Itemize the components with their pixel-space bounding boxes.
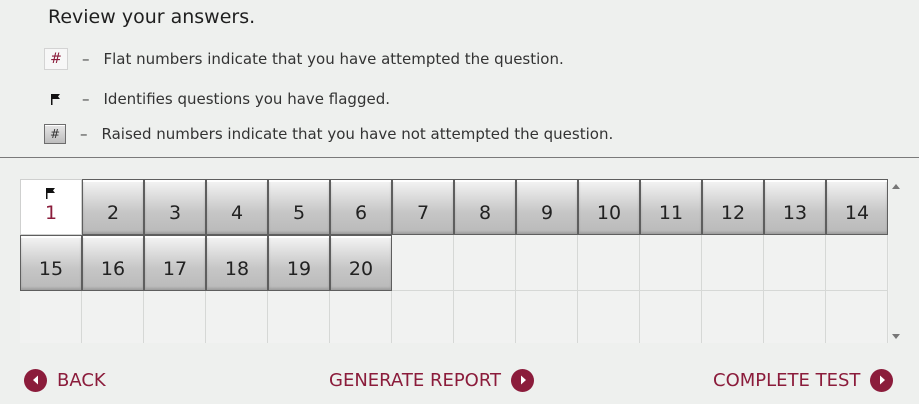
page-title: Review your answers. xyxy=(48,6,256,28)
question-number: 4 xyxy=(230,202,244,224)
chevron-right-circle-icon xyxy=(870,368,894,392)
question-number: 3 xyxy=(168,202,182,224)
question-20-button[interactable]: 20 xyxy=(330,235,392,291)
empty-cell xyxy=(392,235,454,291)
question-11-button[interactable]: 11 xyxy=(640,179,702,235)
generate-report-label: GENERATE REPORT xyxy=(329,369,502,391)
question-number: 5 xyxy=(292,202,306,224)
legend-dash: – xyxy=(82,50,90,68)
question-14-button[interactable]: 14 xyxy=(826,179,888,235)
question-number: 16 xyxy=(100,258,126,280)
flat-number-sample: # xyxy=(44,48,68,70)
legend-attempted: # – Flat numbers indicate that you have … xyxy=(44,47,564,71)
question-number: 20 xyxy=(348,258,374,280)
question-2-button[interactable]: 2 xyxy=(82,179,144,235)
question-1-button[interactable]: 1 xyxy=(20,179,82,235)
question-number: 11 xyxy=(658,202,684,224)
empty-cell xyxy=(82,291,144,343)
legend-flagged: – Identifies questions you have flagged. xyxy=(44,87,390,111)
question-number: 2 xyxy=(106,202,120,224)
scroll-up-icon[interactable] xyxy=(892,184,900,189)
flag-icon xyxy=(44,88,68,110)
legend-attempted-text: Flat numbers indicate that you have atte… xyxy=(103,50,564,68)
empty-cell xyxy=(826,235,888,291)
question-9-button[interactable]: 9 xyxy=(516,179,578,235)
question-8-button[interactable]: 8 xyxy=(454,179,516,235)
empty-cell xyxy=(764,235,826,291)
empty-cell xyxy=(144,291,206,343)
raised-number-sample: # xyxy=(44,124,66,144)
empty-cell xyxy=(392,291,454,343)
complete-test-button[interactable]: COMPLETE TEST xyxy=(713,366,894,394)
question-number: 14 xyxy=(844,202,870,224)
question-number: 17 xyxy=(162,258,188,280)
flag-icon xyxy=(45,184,57,203)
empty-cell xyxy=(578,235,640,291)
question-7-button[interactable]: 7 xyxy=(392,179,454,235)
question-10-button[interactable]: 10 xyxy=(578,179,640,235)
question-6-button[interactable]: 6 xyxy=(330,179,392,235)
empty-cell xyxy=(640,291,702,343)
legend-flagged-text: Identifies questions you have flagged. xyxy=(103,90,390,108)
question-19-button[interactable]: 19 xyxy=(268,235,330,291)
empty-cell xyxy=(702,291,764,343)
question-number: 15 xyxy=(38,258,64,280)
question-13-button[interactable]: 13 xyxy=(764,179,826,235)
chevron-right-circle-icon xyxy=(511,368,535,392)
question-16-button[interactable]: 16 xyxy=(82,235,144,291)
question-12-button[interactable]: 12 xyxy=(702,179,764,235)
empty-cell xyxy=(578,291,640,343)
empty-cell xyxy=(826,291,888,343)
empty-cell xyxy=(454,235,516,291)
empty-cell xyxy=(702,235,764,291)
empty-cell xyxy=(206,291,268,343)
question-18-button[interactable]: 18 xyxy=(206,235,268,291)
back-label: BACK xyxy=(57,369,106,391)
question-number: 1 xyxy=(44,202,58,224)
empty-cell xyxy=(454,291,516,343)
question-4-button[interactable]: 4 xyxy=(206,179,268,235)
legend-dash: – xyxy=(80,125,88,143)
question-number: 9 xyxy=(540,202,554,224)
legend-dash: – xyxy=(82,90,90,108)
question-17-button[interactable]: 17 xyxy=(144,235,206,291)
divider xyxy=(0,157,919,158)
question-number: 18 xyxy=(224,258,250,280)
question-3-button[interactable]: 3 xyxy=(144,179,206,235)
question-number: 13 xyxy=(782,202,808,224)
chevron-left-circle-icon xyxy=(24,368,47,392)
question-grid: 1 2 3 4 5 6 7 8 9 10 11 12 13 14 15 16 17 18 19 20 xyxy=(20,179,889,343)
empty-cell xyxy=(516,235,578,291)
legend-not-attempted-text: Raised numbers indicate that you have no… xyxy=(101,125,614,143)
question-number: 7 xyxy=(416,202,430,224)
empty-cell xyxy=(20,291,82,343)
empty-cell xyxy=(268,291,330,343)
empty-cell xyxy=(764,291,826,343)
question-5-button[interactable]: 5 xyxy=(268,179,330,235)
question-15-button[interactable]: 15 xyxy=(20,235,82,291)
generate-report-button[interactable]: GENERATE REPORT xyxy=(329,366,535,394)
empty-cell xyxy=(640,235,702,291)
question-number: 6 xyxy=(354,202,368,224)
question-number: 19 xyxy=(286,258,312,280)
scroll-down-icon[interactable] xyxy=(892,334,900,339)
legend-not-attempted: # – Raised numbers indicate that you hav… xyxy=(44,122,613,146)
grid-scrollbar[interactable] xyxy=(889,179,903,343)
empty-cell xyxy=(516,291,578,343)
question-number: 12 xyxy=(720,202,746,224)
question-number: 8 xyxy=(478,202,492,224)
back-button[interactable]: BACK xyxy=(24,366,106,394)
question-number: 10 xyxy=(596,202,622,224)
complete-test-label: COMPLETE TEST xyxy=(713,369,861,391)
empty-cell xyxy=(330,291,392,343)
